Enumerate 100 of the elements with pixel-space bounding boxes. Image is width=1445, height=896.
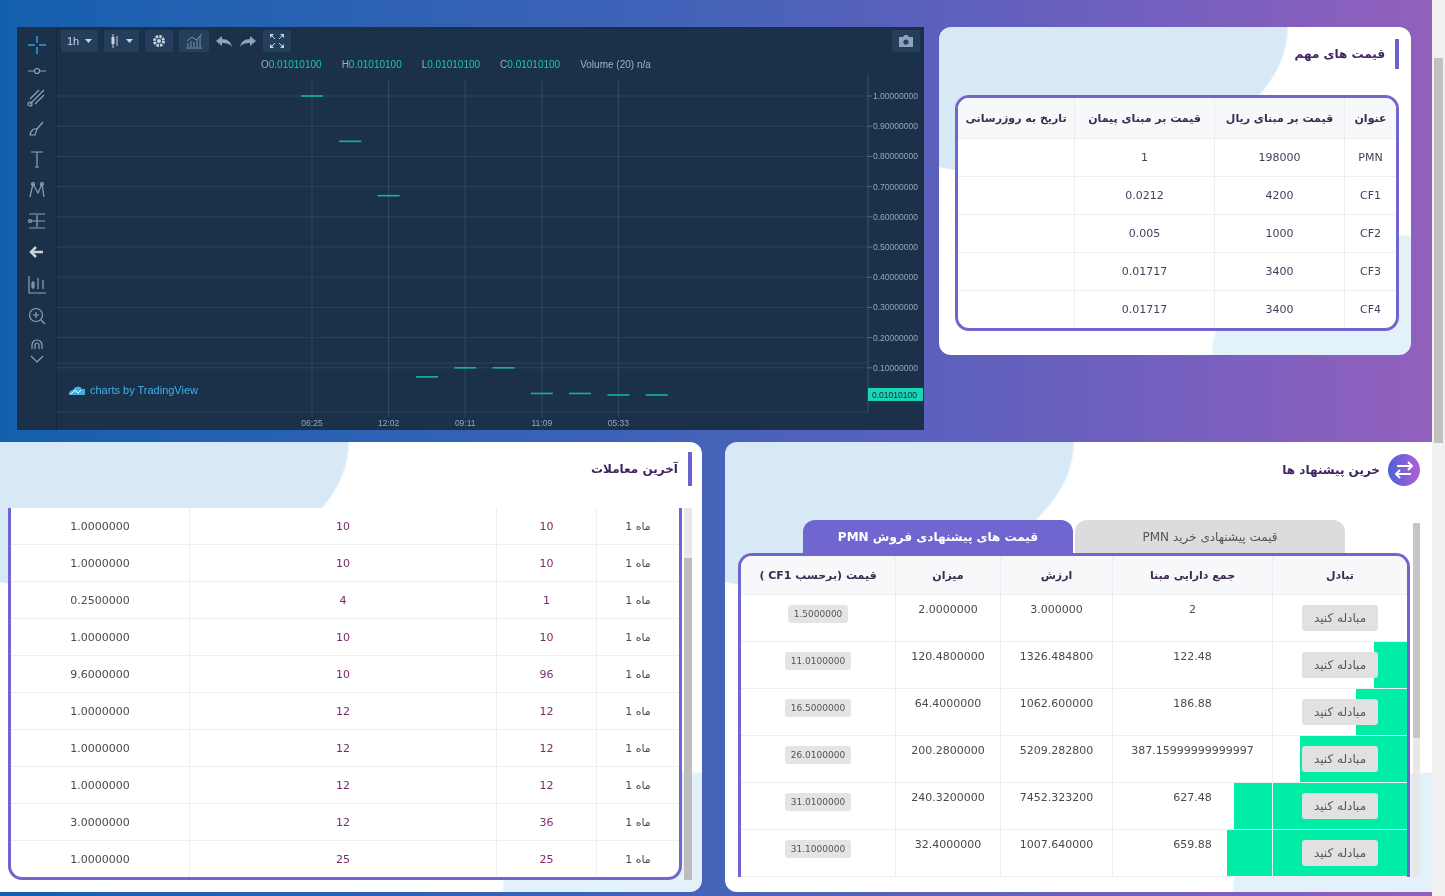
exchange-button[interactable]: مبادله کنید <box>1301 605 1379 631</box>
table-cell: 10 <box>189 656 496 693</box>
price-chip: 1.5000000 <box>787 605 849 623</box>
table-cell: 12 <box>189 767 496 804</box>
measure-icon[interactable] <box>26 211 47 231</box>
redo-icon[interactable] <box>239 34 258 48</box>
table-cell: 4 <box>189 582 496 619</box>
table-cell: 0.005 <box>1074 215 1214 253</box>
table-cell: 1 <box>1074 139 1214 177</box>
interval-dropdown[interactable]: 1h <box>61 30 99 52</box>
table-cell: ماه 1 <box>596 508 679 545</box>
ohlc-value: H0.01010100 <box>341 59 402 70</box>
axis-label: 0.90000000 <box>873 121 918 132</box>
table-cell: 10 <box>496 545 596 582</box>
table-cell: 2.0000000 <box>895 595 1000 641</box>
table-cell: 12 <box>496 693 596 730</box>
table-cell: 7452.323200 <box>1000 783 1112 829</box>
price-chip: 11.0100000 <box>784 652 852 670</box>
candle <box>339 140 362 143</box>
table-cell: CF1 <box>1344 177 1396 215</box>
table-cell: 1 <box>496 582 596 619</box>
table-cell: 659.88 <box>1112 830 1272 876</box>
exchange-button[interactable]: مبادله کنید <box>1301 746 1379 772</box>
scrollbar[interactable] <box>1413 523 1420 877</box>
axis-label: 05:33 <box>607 418 630 428</box>
section-title: آخرین معاملات <box>590 452 692 486</box>
column-header: قیمت بر مبنای پیمان <box>1074 98 1214 139</box>
section-title: قیمت های مهم <box>1294 39 1399 69</box>
table-cell: 3.000000 <box>1000 595 1112 641</box>
table-cell: 2 <box>1112 595 1272 641</box>
candles-icon[interactable] <box>26 273 47 295</box>
table-cell: 0.0212 <box>1074 177 1214 215</box>
table-cell: 0.2500000 <box>11 582 189 619</box>
exchange-button[interactable]: مبادله کنید <box>1301 652 1379 678</box>
chart-type-dropdown[interactable] <box>104 30 140 52</box>
ohlc-value: C0.01010100 <box>500 59 561 70</box>
table-cell: ماه 1 <box>596 767 679 804</box>
camera-icon <box>898 34 914 48</box>
price-chip: 31.0100000 <box>784 793 852 811</box>
table-cell: 12 <box>189 693 496 730</box>
table-cell: 96 <box>496 656 596 693</box>
axis-label: 0.60000000 <box>873 211 918 222</box>
table-cell: 10 <box>496 508 596 545</box>
column-header: میزان <box>895 556 1000 594</box>
table-cell: 32.4000000 <box>895 830 1000 876</box>
table-cell: 1.0000000 <box>11 693 189 730</box>
column-header: قیمت (برحسب CF1 ) <box>741 556 895 594</box>
exchange-button[interactable]: مبادله کنید <box>1301 840 1379 866</box>
table-cell: ماه 1 <box>596 693 679 730</box>
candlestick-icon <box>110 34 121 48</box>
camera-button[interactable] <box>892 30 920 52</box>
table-cell: ماه 1 <box>596 582 679 619</box>
line-tool-icon[interactable] <box>26 66 47 76</box>
table-cell: 200.2800000 <box>895 736 1000 782</box>
table-cell: 12 <box>189 804 496 841</box>
exchange-button[interactable]: مبادله کنید <box>1301 699 1379 725</box>
table-cell: 10 <box>189 545 496 582</box>
axis-label: 1.00000000 <box>873 91 918 101</box>
pitchfork-icon[interactable] <box>26 87 47 107</box>
table-cell: 1326.484800 <box>1000 642 1112 688</box>
indicators-button[interactable] <box>179 30 210 52</box>
table-cell: CF2 <box>1344 215 1396 253</box>
tradingview-link[interactable]: charts by TradingView <box>67 384 199 396</box>
undo-icon[interactable] <box>215 34 234 48</box>
settings-button[interactable] <box>145 30 174 52</box>
table-cell: 120.4800000 <box>895 642 1000 688</box>
fullscreen-button[interactable] <box>263 30 292 52</box>
table-cell: PMN <box>1344 139 1396 177</box>
table-cell: 122.48 <box>1112 642 1272 688</box>
tab[interactable]: قیمت های پیشنهادی فروش PMN <box>803 520 1073 553</box>
tab[interactable]: قیمت پیشنهادی خرید PMN <box>1075 520 1345 553</box>
section-title: خرین پیشنهاد ها <box>1282 463 1380 477</box>
table-cell: 1.0000000 <box>11 619 189 656</box>
pattern-icon[interactable] <box>26 180 47 200</box>
crosshair-icon[interactable] <box>26 35 47 55</box>
table-cell: 25 <box>496 841 596 877</box>
table-cell: 5209.282800 <box>1000 736 1112 782</box>
table-cell: 186.88 <box>1112 689 1272 735</box>
table-cell: 12 <box>496 767 596 804</box>
exchange-button[interactable]: مبادله کنید <box>1301 793 1379 819</box>
table-cell: 4200 <box>1214 177 1344 215</box>
table-cell: 198000 <box>1214 139 1344 177</box>
table-cell: 3400 <box>1214 291 1344 328</box>
zoom-in-icon[interactable] <box>26 306 47 326</box>
axis-label: 0.70000000 <box>873 181 918 192</box>
bar-chart-icon <box>185 33 204 49</box>
ohlc-value: L0.01010100 <box>421 59 481 70</box>
table-cell-text: 1.0000000 <box>69 851 131 868</box>
settings-icon <box>151 33 168 49</box>
table-cell: ماه 1 <box>596 545 679 582</box>
scrollbar[interactable] <box>1432 0 1445 896</box>
table-cell: ماه 1 <box>596 804 679 841</box>
column-header: عنوان <box>1344 98 1396 139</box>
axis-label: 0.20000000 <box>873 332 918 343</box>
price-chip: 26.0100000 <box>784 746 852 764</box>
axis-label: 0.80000000 <box>873 151 918 162</box>
table-cell: 1.0000000 <box>11 508 189 545</box>
table-cell: 10 <box>496 619 596 656</box>
scrollbar[interactable] <box>684 508 692 880</box>
table-cell: 627.48 <box>1112 783 1272 829</box>
